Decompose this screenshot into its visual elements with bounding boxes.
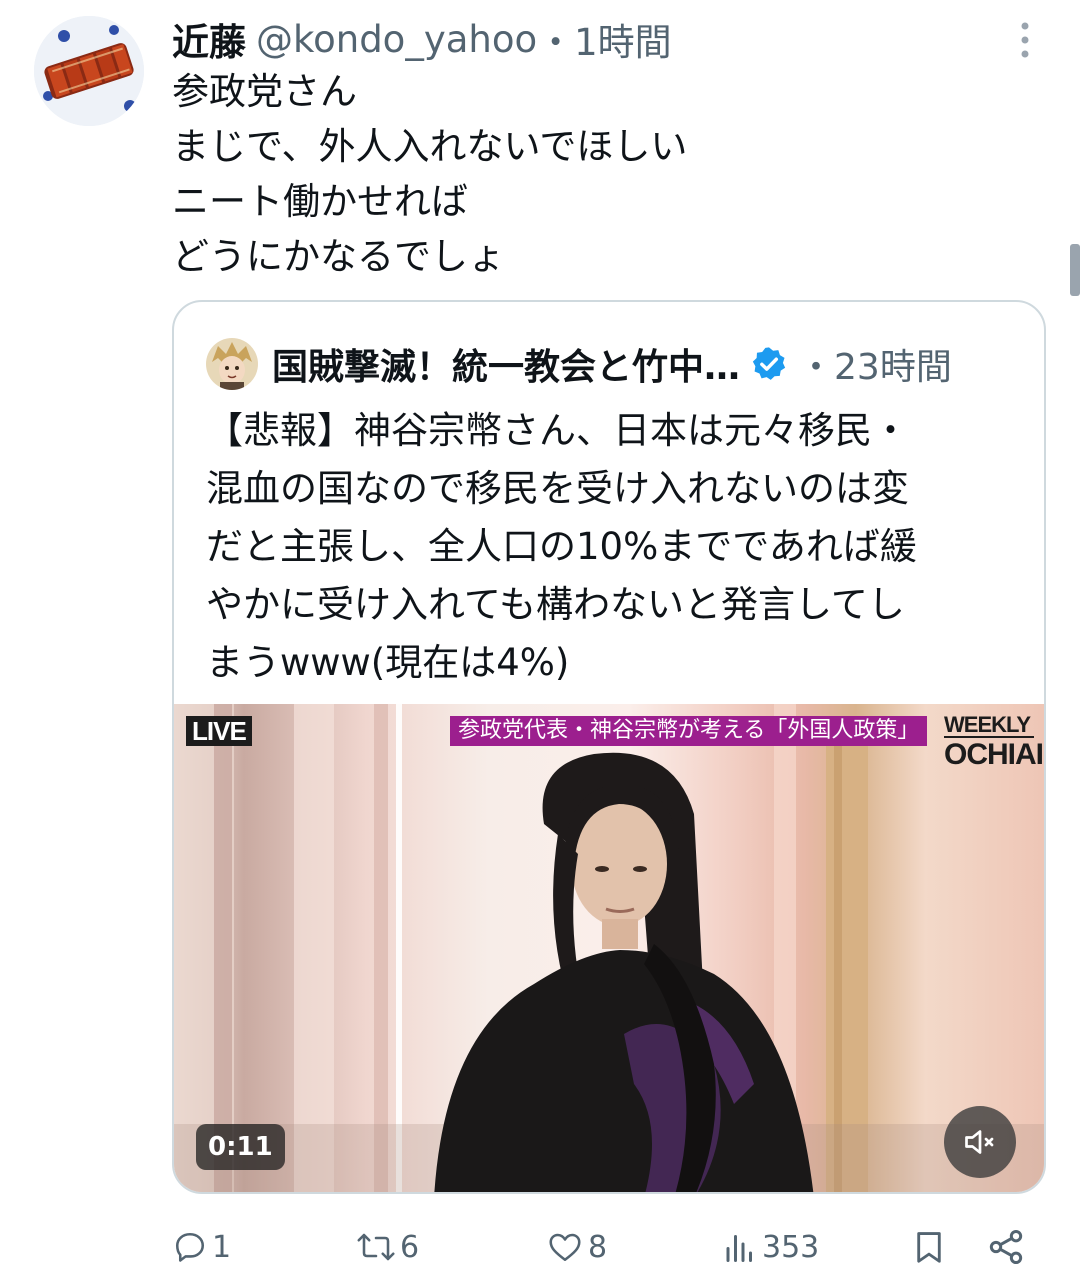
bookmark-button[interactable]	[910, 1222, 948, 1272]
scrollbar-thumb[interactable]	[1070, 244, 1080, 296]
channel-logo-bottom: OCHIAI	[944, 738, 1044, 771]
channel-logo-top: WEEKLY	[944, 714, 1034, 738]
quote-header: 国賊撃滅！統一教会と竹中… ・23時間	[206, 336, 952, 392]
share-button[interactable]	[986, 1222, 1026, 1272]
video-duration: 0:11	[196, 1124, 285, 1170]
display-name[interactable]: 近藤	[172, 12, 246, 66]
bookmark-icon	[917, 1232, 941, 1263]
user-handle[interactable]: @kondo_yahoo	[256, 18, 537, 61]
quote-time[interactable]: ・23時間	[798, 338, 952, 390]
tweet-text-line: 参政党さん	[172, 70, 357, 113]
reply-icon	[175, 1232, 205, 1262]
tweet-text-line: まじで、外人入れないでほしい	[172, 125, 688, 168]
channel-logo: WEEKLY OCHIAI	[944, 714, 1044, 771]
reply-button[interactable]: 1	[172, 1222, 231, 1272]
verified-badge-icon	[750, 345, 788, 383]
tweet-text: 参政党さん まじで、外人入れないでほしい ニート働かせれば どうにかなるでしょ	[172, 64, 1032, 284]
quote-text-line: 混血の国なので移民を受け入れないのは変	[206, 467, 909, 510]
like-count: 8	[588, 1229, 608, 1265]
quote-text-line: まうwww(現在は4%)	[206, 641, 570, 684]
mute-button[interactable]	[944, 1106, 1016, 1178]
share-icon	[989, 1230, 1023, 1264]
quote-text: 【悲報】神谷宗幣さん、日本は元々移民・ 混血の国なので移民を受け入れないのは変 …	[206, 402, 1026, 692]
analytics-icon	[726, 1235, 752, 1262]
reply-count: 1	[212, 1229, 232, 1265]
like-button[interactable]: 8	[546, 1222, 607, 1272]
quote-text-line: やかに受け入れても構わないと発言してし	[206, 583, 905, 626]
food-photo-avatar-icon	[34, 16, 144, 126]
speaker-muted-icon	[965, 1130, 994, 1154]
quote-avatar[interactable]	[206, 338, 258, 390]
retweet-button[interactable]: 6	[356, 1222, 419, 1272]
more-vertical-icon	[1021, 22, 1029, 58]
quote-tweet-card[interactable]: 国賊撃滅！統一教会と竹中… ・23時間 【悲報】神谷宗幣さん、日本は元々移民・ …	[172, 300, 1046, 1194]
quote-text-line: 【悲報】神谷宗幣さん、日本は元々移民・	[206, 409, 909, 452]
quote-text-line: だと主張し、全人口の10%までであれば緩	[206, 525, 917, 568]
video-frame-image	[174, 704, 1044, 1192]
quote-display-name[interactable]: 国賊撃滅！統一教会と竹中…	[272, 338, 740, 390]
video-player[interactable]: LIVE 参政党代表・神谷宗幣が考える「外国人政策」 WEEKLY OCHIAI…	[174, 704, 1044, 1192]
anime-character-avatar-icon	[206, 338, 258, 390]
retweet-icon	[357, 1233, 395, 1261]
live-badge: LIVE	[186, 716, 252, 746]
avatar[interactable]	[34, 16, 144, 126]
views-button[interactable]: 353	[722, 1222, 819, 1272]
action-bar: 1 6 8 353	[0, 1222, 1080, 1272]
tweet-text-line: ニート働かせれば	[172, 180, 468, 223]
view-count: 353	[762, 1229, 820, 1265]
more-options-button[interactable]	[1010, 18, 1040, 62]
tweet-time[interactable]: ・1時間	[537, 12, 672, 66]
heart-icon	[549, 1233, 581, 1262]
video-caption: 参政党代表・神谷宗幣が考える「外国人政策」	[450, 716, 928, 746]
tweet-header: 近藤 @kondo_yahoo ・1時間	[172, 12, 672, 66]
retweet-count: 6	[400, 1229, 420, 1265]
tweet-text-line: どうにかなるでしょ	[172, 235, 505, 278]
